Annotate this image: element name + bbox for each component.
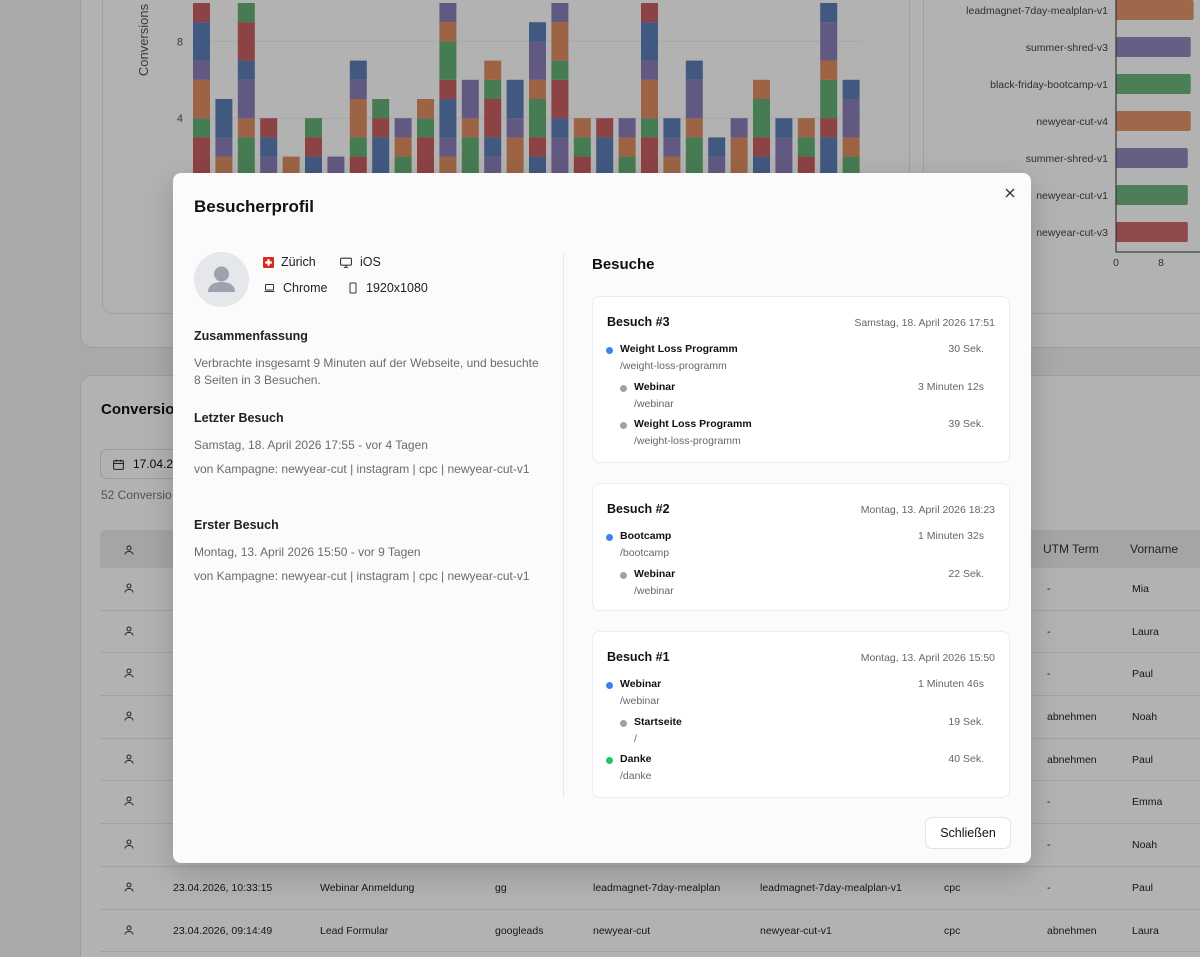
- browser-info: Chrome: [263, 281, 327, 295]
- step-path: /webinar: [620, 695, 660, 707]
- last-visit-label: Letzter Besuch: [194, 411, 284, 425]
- resolution-info: 1920x1080: [347, 281, 428, 295]
- step-name: Weight Loss Programm: [634, 418, 752, 430]
- close-icon[interactable]: [1002, 185, 1018, 201]
- os-info: iOS: [339, 255, 381, 269]
- location-text: Zürich: [281, 255, 316, 269]
- visit-date: Montag, 13. April 2026 15:50: [860, 652, 995, 664]
- visit-date: Samstag, 18. April 2026 17:51: [854, 317, 995, 329]
- browser-text: Chrome: [283, 281, 328, 295]
- step-duration: 19 Sek.: [948, 715, 984, 728]
- step-dot: [606, 347, 613, 354]
- first-visit-source: von Kampagne: newyear-cut | instagram | …: [194, 569, 530, 583]
- visit-title: Besuch #1: [607, 650, 670, 664]
- step-path: /weight-loss-programm: [634, 435, 741, 447]
- step-name: Webinar: [634, 567, 676, 580]
- step-dot: [606, 757, 613, 764]
- visitor-profile-modal: Besucherprofil Zürich iOS Chrome 1920x10…: [173, 173, 1031, 863]
- visit-title: Besuch #2: [607, 502, 670, 516]
- last-visit-date: Samstag, 18. April 2026 17:55 - vor 4 Ta…: [194, 438, 428, 452]
- step-dot: [606, 534, 613, 541]
- step-name: Startseite: [634, 715, 682, 728]
- step-dot: [620, 571, 627, 579]
- step-name: Danke: [620, 753, 652, 765]
- step-name: Webinar: [620, 678, 662, 690]
- visit-date: Montag, 13. April 2026 18:23: [860, 504, 995, 516]
- visit-card: Besuch #2 Montag, 13. April 2026 18:23 Boo…: [592, 483, 1010, 611]
- user-icon: [208, 266, 235, 292]
- first-visit-date: Montag, 13. April 2026 15:50 - vor 9 Tag…: [194, 545, 421, 559]
- first-visit-label: Erster Besuch: [194, 518, 279, 532]
- last-visit-source: von Kampagne: newyear-cut | instagram | …: [194, 462, 530, 476]
- step-duration: 40 Sek.: [948, 753, 984, 765]
- step-name: Webinar: [634, 380, 676, 393]
- step-path: /danke: [620, 770, 652, 782]
- step-name: Weight Loss Programm: [620, 343, 738, 355]
- step-duration: 22 Sek.: [948, 567, 984, 580]
- step-dot: [606, 682, 613, 689]
- step-path: /webinar: [634, 584, 674, 597]
- step-duration: 30 Sek.: [948, 343, 984, 355]
- os-text: iOS: [360, 255, 381, 269]
- visit-title: Besuch #3: [607, 315, 670, 329]
- step-duration: 3 Minuten 12s: [918, 380, 984, 393]
- visits-title: Besuche: [592, 256, 655, 273]
- visit-card: Besuch #1 Montag, 13. April 2026 15:50 Web…: [592, 631, 1010, 798]
- step-duration: 1 Minuten 32s: [918, 530, 984, 542]
- summary-text: Verbrachte insgesamt 9 Minuten auf der W…: [194, 356, 539, 387]
- divider: [563, 252, 564, 798]
- step-name: Bootcamp: [620, 530, 672, 542]
- step-dot: [620, 719, 627, 727]
- close-button[interactable]: Schließen: [925, 817, 1011, 849]
- step-dot: [620, 384, 627, 392]
- step-path: /bootcamp: [620, 547, 670, 559]
- step-path: /webinar: [634, 397, 674, 410]
- smartphone-icon: [349, 282, 357, 294]
- step-path: /weight-loss-programm: [620, 360, 727, 372]
- laptop-icon: [264, 284, 275, 292]
- swiss-flag-icon: [263, 256, 274, 268]
- summary-label: Zusammenfassung: [194, 329, 308, 343]
- step-dot: [620, 422, 627, 429]
- resolution-text: 1920x1080: [366, 281, 428, 295]
- modal-title: Besucherprofil: [194, 197, 314, 216]
- step-duration: 39 Sek.: [948, 418, 984, 430]
- desktop-icon: [340, 257, 352, 268]
- location-info: Zürich: [263, 255, 316, 269]
- avatar: [194, 252, 249, 307]
- visit-card: Besuch #3 Samstag, 18. April 2026 17:51 We…: [592, 296, 1010, 463]
- step-duration: 1 Minuten 46s: [918, 678, 984, 690]
- step-path: /: [634, 732, 637, 745]
